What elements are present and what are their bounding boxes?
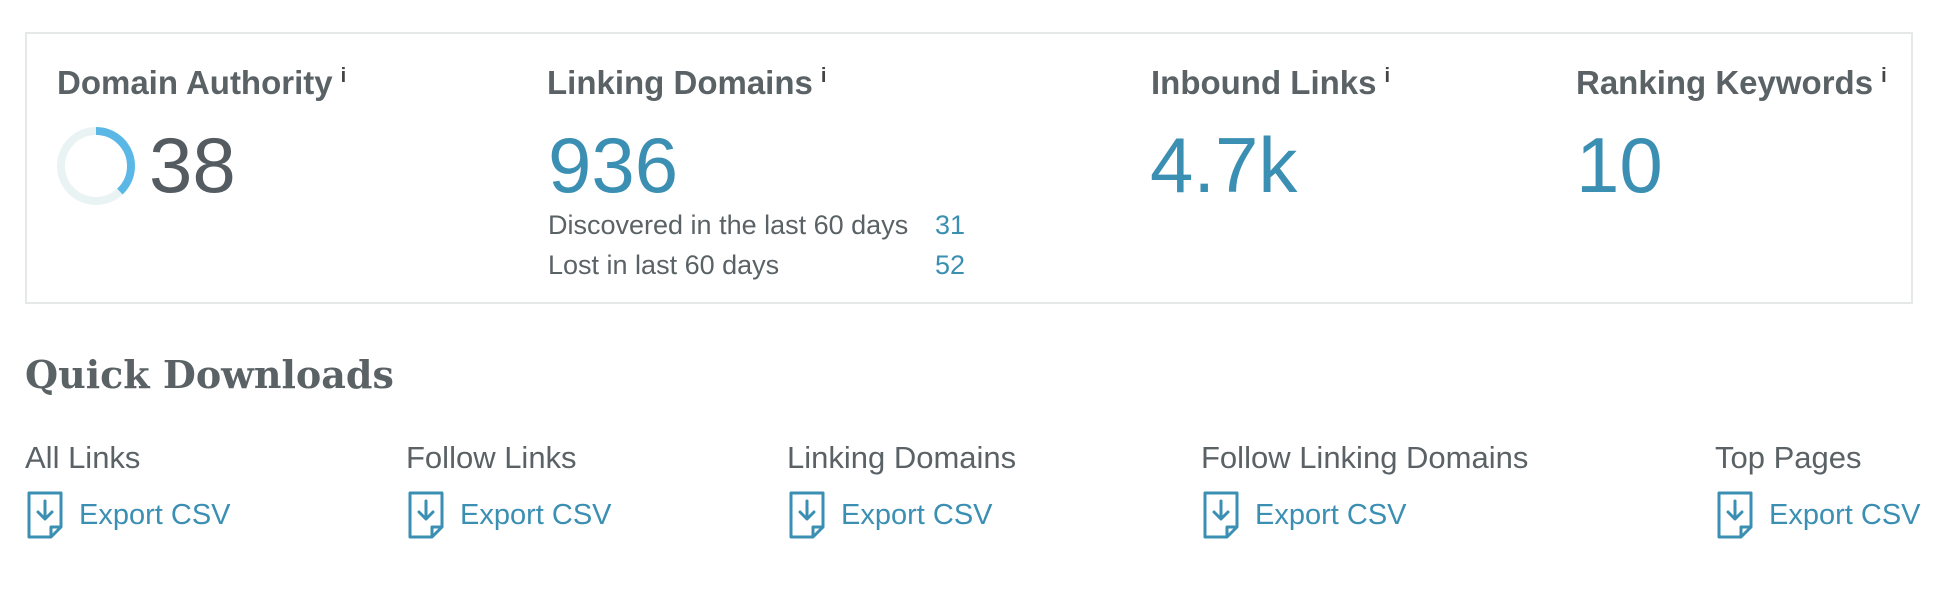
download-file-icon <box>408 491 444 539</box>
info-icon[interactable]: i <box>821 65 827 87</box>
linking-domains-label: Linking Domains <box>547 64 813 101</box>
export-csv-label: Export CSV <box>841 498 993 531</box>
inbound-links-value: 4.7k <box>1150 121 1298 209</box>
info-icon[interactable]: i <box>341 65 347 87</box>
download-file-icon <box>1203 491 1239 539</box>
domain-authority-donut <box>57 127 135 205</box>
download-file-icon <box>27 491 63 539</box>
download-label: Top Pages <box>1715 440 1862 475</box>
ranking-keywords-value: 10 <box>1576 121 1663 209</box>
domain-authority-label: Domain Authority <box>57 64 333 101</box>
ranking-keywords-header: Ranking Keywords i <box>1576 64 1887 102</box>
inbound-links-header: Inbound Links i <box>1151 64 1390 102</box>
download-file-icon <box>789 491 825 539</box>
download-label: Follow Linking Domains <box>1201 440 1529 475</box>
lost-label: Lost in last 60 days <box>548 250 780 280</box>
download-label: Linking Domains <box>787 440 1017 475</box>
export-csv-label: Export CSV <box>79 498 231 531</box>
download-file-icon <box>1717 491 1753 539</box>
linking-domains-value: 936 <box>548 121 679 209</box>
quick-downloads-title: Quick Downloads <box>25 352 394 397</box>
export-csv-label: Export CSV <box>460 498 612 531</box>
export-csv-link[interactable]: Export CSV <box>787 490 993 540</box>
export-csv-label: Export CSV <box>1769 498 1921 531</box>
ranking-keywords-label: Ranking Keywords <box>1576 64 1874 101</box>
inbound-links-label: Inbound Links <box>1151 64 1377 101</box>
download-label: All Links <box>25 440 141 475</box>
info-icon[interactable]: i <box>1881 65 1887 87</box>
export-csv-link[interactable]: Export CSV <box>25 490 231 540</box>
download-label: Follow Links <box>406 440 577 475</box>
domain-authority-value: 38 <box>149 121 236 209</box>
info-icon[interactable]: i <box>1384 65 1390 87</box>
discovered-value[interactable]: 31 <box>935 210 965 241</box>
metrics-panel: Domain Authority i 38 Linking Domains i 93… <box>25 32 1913 304</box>
export-csv-link[interactable]: Export CSV <box>406 490 612 540</box>
export-csv-link[interactable]: Export CSV <box>1715 490 1921 540</box>
discovered-label: Discovered in the last 60 days <box>548 210 909 240</box>
export-csv-label: Export CSV <box>1255 498 1407 531</box>
linking-domains-header: Linking Domains i <box>547 64 826 102</box>
lost-value[interactable]: 52 <box>935 250 965 281</box>
export-csv-link[interactable]: Export CSV <box>1201 490 1407 540</box>
